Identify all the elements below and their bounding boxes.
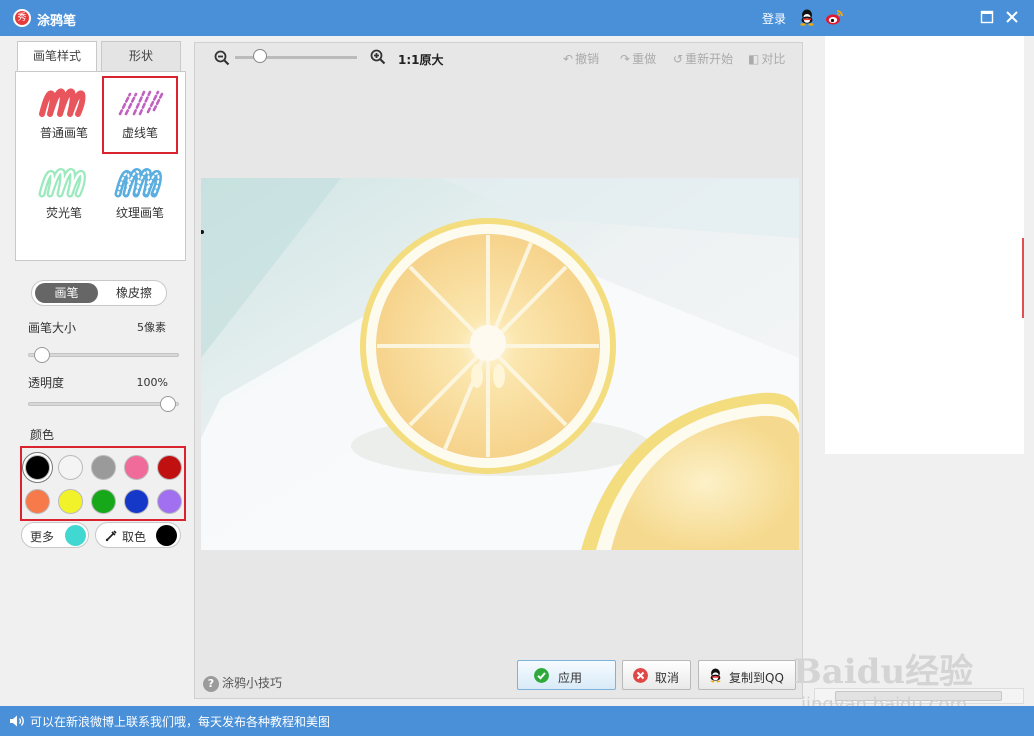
app-logo-icon: 秀 xyxy=(13,9,31,27)
restart-button[interactable]: ↺ 重新开始 xyxy=(673,50,733,67)
brush-label: 普通画笔 xyxy=(39,126,88,140)
undo-button[interactable]: ↶ 撤销 xyxy=(563,50,599,67)
restart-label: 重新开始 xyxy=(685,52,734,66)
color-swatch[interactable] xyxy=(91,455,116,480)
zoom-out-icon[interactable] xyxy=(214,50,230,66)
dashed-brush-icon xyxy=(118,90,164,116)
brush-size-slider[interactable] xyxy=(28,353,179,357)
brush-texture[interactable]: 纹理画笔 xyxy=(102,158,178,230)
help-icon: ? xyxy=(203,675,219,692)
cancel-label: 取消 xyxy=(655,671,680,685)
more-colors-button[interactable]: 更多 xyxy=(21,522,89,548)
tips-label: 涂鸦小技巧 xyxy=(222,676,283,690)
color-swatch[interactable] xyxy=(58,489,83,514)
compare-icon: ◧ xyxy=(748,52,760,66)
color-picker-label: 取色 xyxy=(122,530,147,544)
color-picker-button[interactable]: 取色 xyxy=(95,522,181,548)
copy-to-qq-label: 复制到QQ xyxy=(729,671,784,685)
color-swatch[interactable] xyxy=(124,489,149,514)
brush-normal[interactable]: 普通画笔 xyxy=(28,78,100,150)
doodle-tips-link[interactable]: ? 涂鸦小技巧 xyxy=(203,674,282,692)
texture-brush-icon xyxy=(114,167,162,198)
window-title: 涂鸦笔 xyxy=(37,14,77,29)
picked-color xyxy=(156,525,177,546)
redo-label: 重做 xyxy=(632,52,657,66)
brush-size-value: 5像素 xyxy=(137,321,166,334)
color-swatch[interactable] xyxy=(25,455,50,480)
opacity-value: 100% xyxy=(136,376,168,389)
color-label: 颜色 xyxy=(30,428,55,442)
canvas-toolbar: 1:1原大 ↶ 撤销 ↷ 重做 ↺ 重新开始 ◧ 对比 xyxy=(195,43,802,73)
title-bar: 秀 涂鸦笔 登录 xyxy=(0,0,1034,36)
canvas-area: 1:1原大 ↶ 撤销 ↷ 重做 ↺ 重新开始 ◧ 对比 ? 涂鸦小技巧 应用 取… xyxy=(194,42,803,699)
eyedropper-icon xyxy=(105,530,117,542)
eraser-mode-button[interactable]: 橡皮擦 xyxy=(104,283,164,303)
speaker-icon xyxy=(10,715,24,727)
right-preview-panel xyxy=(825,36,1024,454)
qq-icon xyxy=(709,668,722,683)
current-more-color xyxy=(65,525,86,546)
pen-eraser-toggle: 画笔 橡皮擦 xyxy=(31,280,167,306)
brush-label: 纹理画笔 xyxy=(115,206,164,220)
weibo-icon[interactable] xyxy=(825,9,843,26)
redo-icon: ↷ xyxy=(620,52,631,66)
cancel-button[interactable]: 取消 xyxy=(622,660,691,690)
apply-label: 应用 xyxy=(558,671,583,685)
brush-size-label: 画笔大小 xyxy=(28,321,77,335)
brush-label: 虚线笔 xyxy=(121,126,158,140)
cancel-icon xyxy=(633,668,648,683)
brush-size-thumb[interactable] xyxy=(34,347,50,363)
opacity-label: 透明度 xyxy=(28,376,65,390)
zoom-in-icon[interactable] xyxy=(370,49,386,65)
brush-label: 荧光笔 xyxy=(45,206,82,220)
left-panel: 画笔样式 形状 普通画笔 虚线笔 荧光笔 纹理画笔 画笔 橡皮擦 画笔大小 5像… xyxy=(10,36,194,706)
brush-style-panel: 普通画笔 虚线笔 荧光笔 纹理画笔 xyxy=(15,71,186,261)
close-icon[interactable] xyxy=(1004,9,1020,25)
color-swatch[interactable] xyxy=(58,455,83,480)
brush-highlighter[interactable]: 荧光笔 xyxy=(28,158,100,230)
checkmark-icon xyxy=(534,668,549,683)
brush-dashed[interactable]: 虚线笔 xyxy=(102,76,178,154)
maximize-icon[interactable] xyxy=(979,9,995,25)
more-colors-label: 更多 xyxy=(30,530,55,544)
opacity-slider[interactable] xyxy=(28,402,179,406)
compare-label: 对比 xyxy=(761,52,786,66)
login-link[interactable]: 登录 xyxy=(762,10,786,27)
bottom-strip xyxy=(0,736,1034,740)
compare-button[interactable]: ◧ 对比 xyxy=(748,50,785,67)
color-swatch[interactable] xyxy=(157,489,182,514)
watermark-brand: Baidu经验 xyxy=(793,652,974,692)
tab-brush-style[interactable]: 画笔样式 xyxy=(17,41,97,72)
status-bar: 可以在新浪微博上联系我们哦，每天发布各种教程和美图 xyxy=(0,706,1034,736)
restart-icon: ↺ xyxy=(673,52,684,66)
color-swatch[interactable] xyxy=(157,455,182,480)
undo-icon: ↶ xyxy=(563,52,574,66)
undo-label: 撤销 xyxy=(575,52,600,66)
opacity-thumb[interactable] xyxy=(160,396,176,412)
highlighter-brush-icon xyxy=(38,167,86,198)
color-swatch[interactable] xyxy=(25,489,50,514)
color-swatch[interactable] xyxy=(124,455,149,480)
copy-to-qq-button[interactable]: 复制到QQ xyxy=(698,660,796,690)
color-swatch[interactable] xyxy=(91,489,116,514)
original-size-button[interactable]: 1:1原大 xyxy=(398,51,444,68)
pen-mode-button[interactable]: 画笔 xyxy=(35,283,98,303)
lemon-photo[interactable] xyxy=(201,178,799,550)
color-palette xyxy=(20,446,186,521)
redo-button[interactable]: ↷ 重做 xyxy=(620,50,656,67)
normal-brush-icon xyxy=(39,88,86,117)
right-edge-marker xyxy=(1022,238,1024,318)
apply-button[interactable]: 应用 xyxy=(517,660,616,690)
qq-icon[interactable] xyxy=(799,9,815,26)
status-message[interactable]: 可以在新浪微博上联系我们哦，每天发布各种教程和美图 xyxy=(30,713,330,730)
tab-shape[interactable]: 形状 xyxy=(101,41,181,71)
zoom-slider-thumb[interactable] xyxy=(253,49,267,63)
